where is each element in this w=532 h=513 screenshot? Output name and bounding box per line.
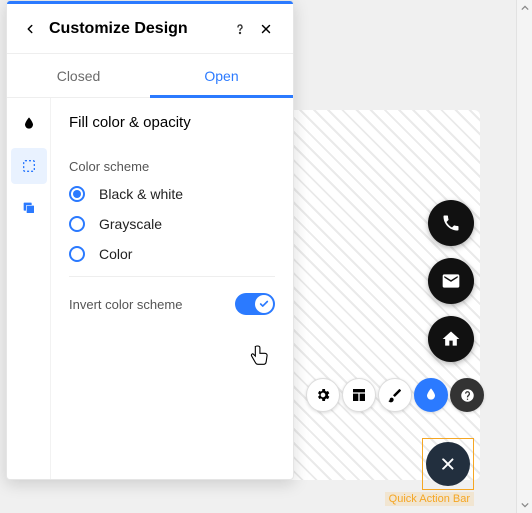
check-icon [259,299,269,309]
radio-icon [69,186,85,202]
home-icon [441,329,461,349]
quick-action-bar-label: Quick Action Bar [385,492,474,506]
chevron-down-icon [521,501,529,509]
tool-layout[interactable] [342,378,376,412]
panel-header: Customize Design [7,4,293,54]
drop-icon [423,387,439,403]
side-tab-fill[interactable] [11,106,47,142]
floating-action-stack [428,200,474,362]
tab-closed[interactable]: Closed [7,54,150,97]
help-button[interactable] [227,16,253,42]
invert-toggle[interactable] [235,293,275,315]
tab-open[interactable]: Open [150,54,293,97]
gear-icon [315,387,331,403]
design-toolbar [306,378,484,412]
scroll-down-button[interactable] [517,497,532,513]
color-scheme-label: Color scheme [69,159,275,174]
chevron-up-icon [521,4,529,12]
mail-fab[interactable] [428,258,474,304]
radio-icon [69,216,85,232]
radio-grayscale[interactable]: Grayscale [69,216,275,232]
side-tab-selection[interactable] [11,148,47,184]
toggle-knob [255,295,273,313]
tool-fill[interactable] [414,378,448,412]
phone-icon [441,213,461,233]
close-icon [439,455,457,473]
brush-icon [387,387,403,403]
section-title: Fill color & opacity [69,114,275,131]
invert-label: Invert color scheme [69,297,182,312]
radio-label: Black & white [99,186,183,202]
question-mark-icon [232,21,248,37]
tool-help[interactable] [450,378,484,412]
chevron-left-icon [23,22,37,36]
phone-fab[interactable] [428,200,474,246]
tool-settings[interactable] [306,378,340,412]
side-tab-layers[interactable] [11,190,47,226]
close-fab[interactable] [426,442,470,486]
mail-icon [441,271,461,291]
layers-icon [21,200,37,216]
close-panel-button[interactable] [253,16,279,42]
radio-icon [69,246,85,262]
back-button[interactable] [21,20,39,38]
panel-body: Fill color & opacity Color scheme Black … [7,98,293,479]
layout-icon [351,387,367,403]
side-tabs [7,98,51,479]
invert-toggle-row: Invert color scheme [69,293,275,315]
drop-icon [21,116,37,132]
dashed-square-icon [21,158,37,174]
radio-color[interactable]: Color [69,246,275,262]
radio-label: Grayscale [99,216,162,232]
quick-action-bar-selection[interactable] [422,438,474,490]
radio-label: Color [99,246,132,262]
home-fab[interactable] [428,316,474,362]
customize-design-panel: Customize Design Closed Open Fill color … [6,0,294,480]
x-icon [259,22,273,36]
panel-content: Fill color & opacity Color scheme Black … [51,98,293,479]
tool-brush[interactable] [378,378,412,412]
divider [69,276,275,277]
panel-title: Customize Design [49,20,227,38]
scroll-up-button[interactable] [517,0,532,16]
vertical-scrollbar[interactable] [516,0,532,513]
state-tabs: Closed Open [7,54,293,98]
question-icon [460,388,475,403]
radio-black-white[interactable]: Black & white [69,186,275,202]
